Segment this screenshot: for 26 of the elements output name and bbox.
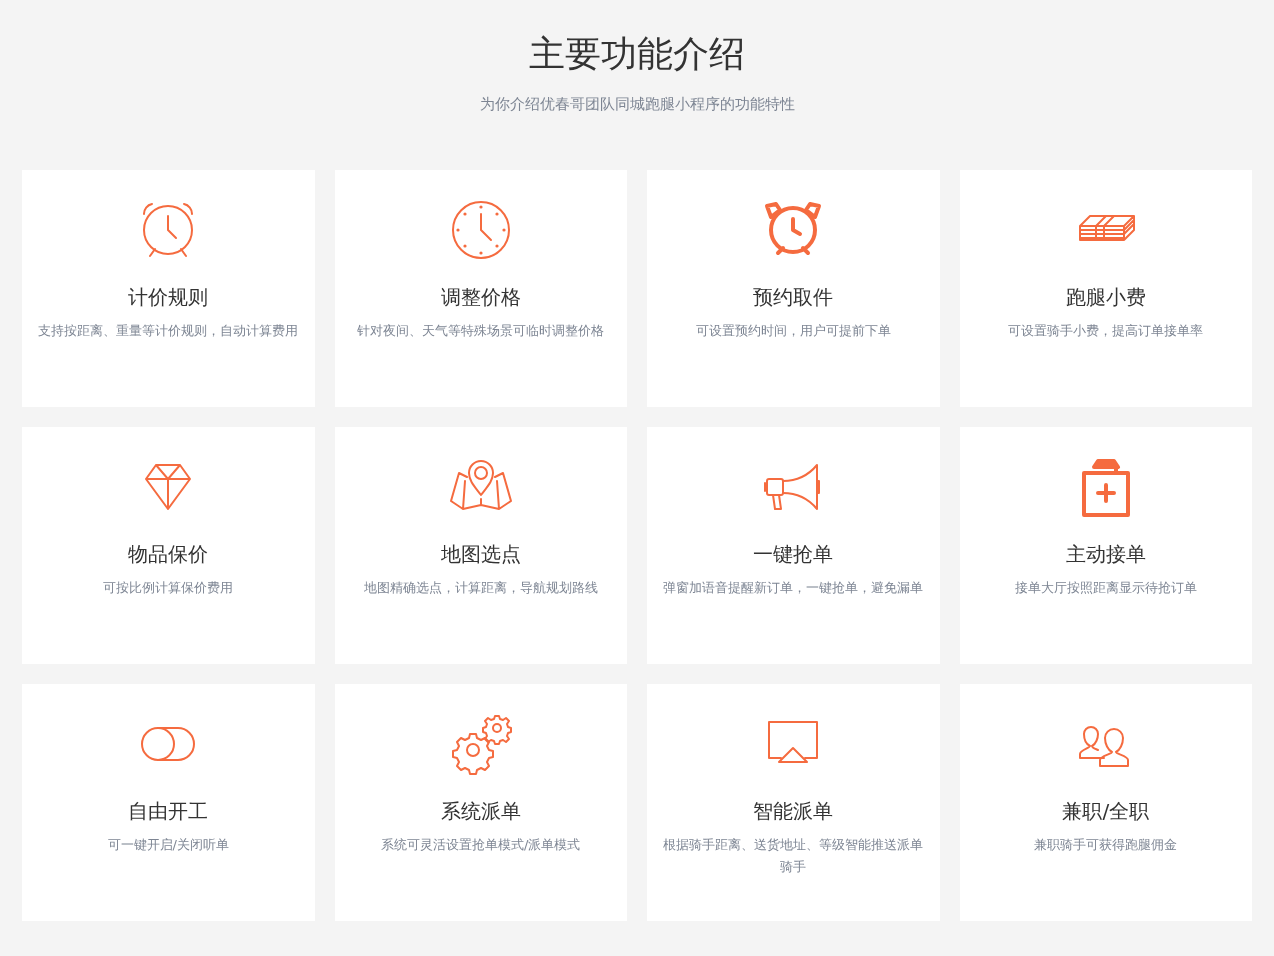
feature-description: 针对夜间、天气等特殊场景可临时调整价格 (357, 321, 605, 340)
feature-description: 可按比例计算保价费用 (103, 578, 234, 597)
feature-description: 接单大厅按照距离显示待抢订单 (1014, 578, 1197, 597)
page-title: 主要功能介绍 (528, 32, 746, 76)
feature-description: 地图精确选点，计算距离，导航规划路线 (363, 578, 598, 597)
feature-title: 物品保价 (128, 540, 209, 567)
feature-title: 自由开工 (128, 797, 209, 824)
feature-description: 根据骑手距离、送货地址、等级智能推送派单骑手 (662, 835, 925, 876)
feature-title: 调整价格 (440, 283, 521, 310)
feature-title: 系统派单 (440, 797, 521, 824)
feature-description: 兼职骑手可获得跑腿佣金 (1034, 835, 1178, 854)
feature-title: 兼职/全职 (1062, 797, 1150, 824)
page-subtitle: 为你介绍优春哥团队同城跑腿小程序的功能特性 (478, 94, 796, 116)
feature-title: 跑腿小费 (1065, 283, 1146, 310)
feature-title: 主动接单 (1065, 540, 1146, 567)
feature-description: 系统可灵活设置抢单模式/派单模式 (381, 835, 581, 854)
feature-title: 智能派单 (753, 797, 834, 824)
feature-description: 支持按距离、重量等计价规则，自动计算费用 (38, 321, 299, 340)
feature-title: 一键抢单 (753, 540, 834, 567)
feature-description: 可一键开启/关闭听单 (107, 835, 229, 854)
feature-title: 计价规则 (128, 283, 209, 310)
feature-description: 可设置骑手小费，提高订单接单率 (1008, 321, 1204, 340)
feature-description: 可设置预约时间，用户可提前下单 (695, 321, 891, 340)
feature-title: 地图选点 (440, 540, 521, 567)
feature-description: 弹窗加语音提醒新订单，一键抢单，避免漏单 (663, 578, 924, 597)
feature-title: 预约取件 (753, 283, 834, 310)
